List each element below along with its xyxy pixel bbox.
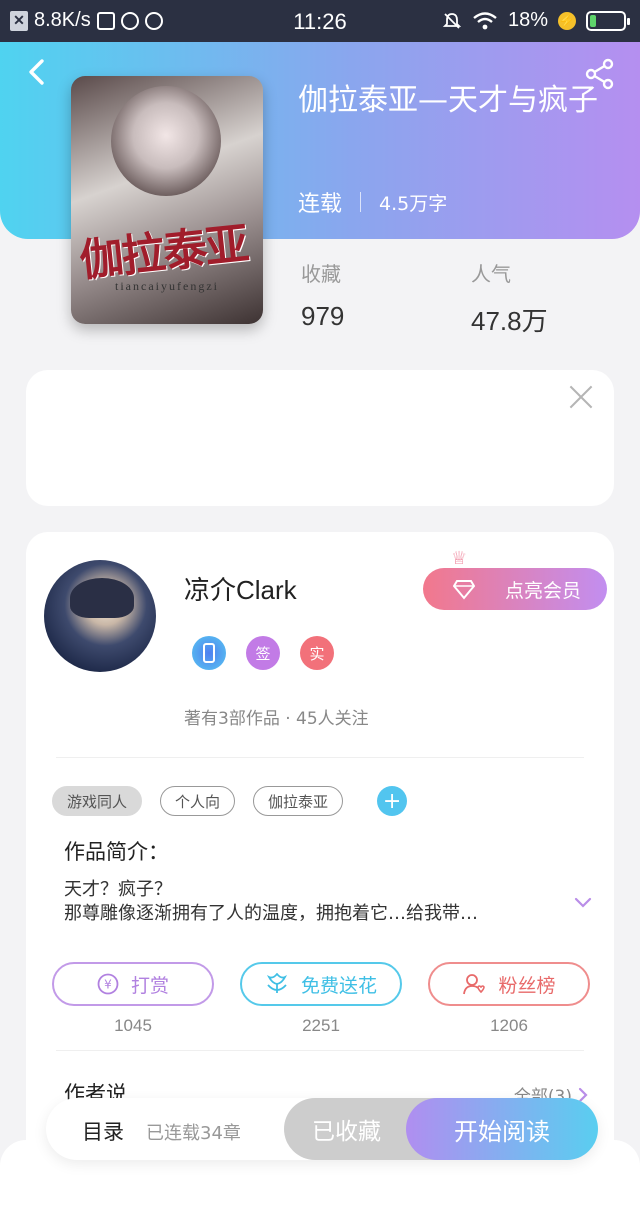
stat-favorites: 收藏 979 [301,258,344,332]
mute-bell-icon [442,12,462,29]
reward-label: 打赏 [130,974,169,997]
chevron-down-icon[interactable] [574,894,592,912]
tag[interactable]: 伽拉泰亚 [253,786,344,816]
status-bar: ✕ 8.8K/s 11:26 18% ⚡ [0,0,640,42]
bottom-bar: 目录 已连载34章 已收藏 开始阅读 [46,1098,598,1160]
intro-text[interactable]: 天才？疯子？ 那尊雕像逐渐拥有了人的温度，拥抱着它…给我带… [64,878,564,926]
author-name[interactable]: 凉介Clark [184,570,297,607]
wifi-icon [473,11,497,29]
author-badges: 签 实 [192,636,334,670]
ad-card [26,370,614,506]
tag[interactable]: 游戏同人 [52,786,143,816]
stat-label: 收藏 [301,262,341,286]
start-reading-button[interactable]: 开始阅读 [406,1098,598,1160]
diamond-icon [453,580,475,600]
book-meta: 连载 4.5万字 [298,186,447,218]
reward-count: 1045 [114,1016,152,1035]
fans-icon [463,974,486,995]
vip-label: 点亮会员 [504,579,581,602]
tag[interactable]: 个人向 [160,786,236,816]
cover-subtitle: tiancaiyufengzi [115,279,219,293]
tag-list: 游戏同人 个人向 伽拉泰亚 + [52,786,408,816]
flower-count: 2251 [302,1016,340,1035]
reward-button[interactable]: ¥ 打赏 [52,962,214,1006]
charging-icon: ⚡ [558,11,576,30]
author-summary: 著有3部作品 · 45人关注 [184,709,369,729]
chapter-count[interactable]: 已连载34章 [146,1119,241,1145]
book-status: 连载 [298,192,343,217]
intro-line: 那尊雕像逐渐拥有了人的温度，拥抱着它…给我带… [64,903,478,924]
battery-percent: 18% [507,9,548,31]
yen-icon: ¥ [97,973,119,995]
phone-icon [192,636,226,670]
flower-label: 免费送花 [300,974,377,997]
verified-icon: 实 [300,636,334,670]
cover-title: 伽拉泰亚 [77,218,250,288]
status-right: 18% ⚡ [442,9,630,32]
vip-button[interactable]: ♕ 点亮会员 [423,548,607,610]
battery-icon [586,10,630,31]
stat-value: 979 [301,301,345,331]
avatar-art [70,578,134,618]
close-icon[interactable] [568,384,594,410]
toc-button[interactable]: 目录 [82,1116,124,1146]
fans-count: 1206 [490,1016,528,1035]
intro-title: 作品简介： [64,840,169,864]
back-button[interactable] [22,56,54,88]
stat-popularity: 人气 47.8万 [471,258,548,338]
flower-icon [266,973,287,993]
intro-line: 天才？疯子？ [64,879,172,900]
fans-action: 粉丝榜 1206 [428,962,590,1036]
crown-icon: ♕ [451,548,468,569]
flower-button[interactable]: 免费送花 [240,962,402,1006]
signed-icon: 签 [246,636,280,670]
author-avatar[interactable] [44,560,156,672]
action-row: ¥ 打赏 1045 免费送花 2251 粉丝榜 1206 [52,962,590,1036]
stat-label: 人气 [471,262,511,286]
meta-divider [360,192,362,212]
divider [56,757,584,758]
word-count: 4.5万字 [379,192,448,215]
svg-text:¥: ¥ [104,978,112,992]
chevron-left-icon [29,59,44,85]
cover-art [111,86,221,196]
divider [56,1050,584,1051]
reward-action: ¥ 打赏 1045 [52,962,214,1036]
flower-action: 免费送花 2251 [240,962,402,1036]
stat-value: 47.8万 [471,306,548,336]
fans-button[interactable]: 粉丝榜 [428,962,590,1006]
book-cover[interactable]: 伽拉泰亚 tiancaiyufengzi [71,76,263,324]
add-tag-button[interactable]: + [377,786,408,816]
battery-fill [590,14,597,27]
book-title: 伽拉泰亚—天才与疯子 [298,83,598,118]
fans-label: 粉丝榜 [498,974,556,997]
